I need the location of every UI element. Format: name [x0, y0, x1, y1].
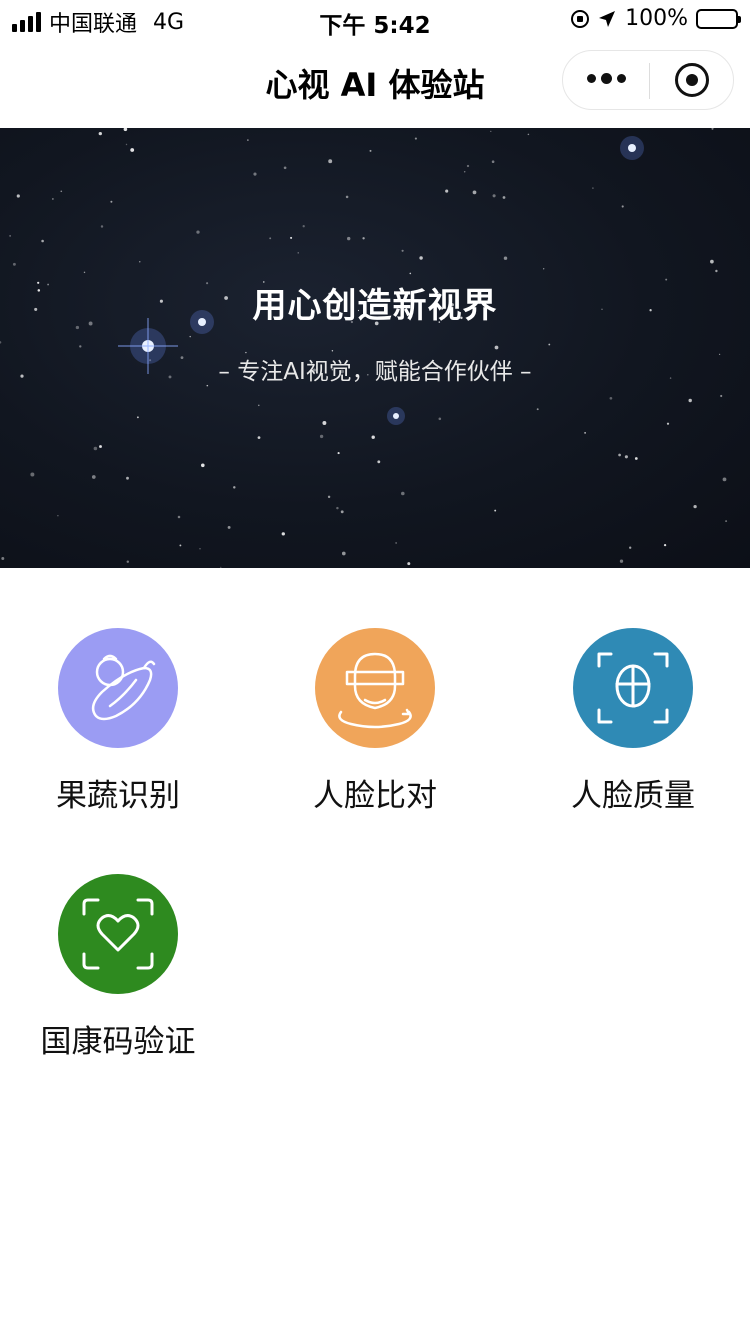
feature-label: 人脸比对 — [313, 778, 437, 814]
face-scan-icon — [573, 628, 693, 748]
feature-label: 果蔬识别 — [56, 778, 180, 814]
location-arrow-icon — [599, 10, 616, 27]
banner-title: 用心创造新视界 — [252, 286, 498, 326]
hero-banner: 用心创造新视界 – 专注AI视觉，赋能合作伙伴 – — [0, 128, 750, 568]
feature-label: 国康码验证 — [40, 1024, 196, 1060]
mini-program-capsule — [562, 50, 734, 110]
battery-percent: 100% — [625, 6, 688, 31]
banner-subtitle: – 专注AI视觉，赋能合作伙伴 – — [218, 359, 532, 385]
page: 中国联通 4G 下午 5:42 100% 心视 AI 体验站 用心创造新视界 –… — [0, 0, 750, 1334]
feature-health-code[interactable]: 国康码验证 — [28, 874, 208, 1061]
more-dots-icon[interactable] — [587, 73, 626, 84]
target-circle-icon[interactable] — [675, 63, 709, 97]
status-right: 100% — [571, 6, 741, 31]
vegetable-icon — [58, 628, 178, 748]
battery-icon — [696, 8, 741, 29]
feature-face-quality[interactable]: 人脸质量 — [543, 628, 723, 815]
status-bar: 中国联通 4G 下午 5:42 100% — [0, 0, 750, 40]
face-compare-icon — [315, 628, 435, 748]
heart-scan-icon — [58, 874, 178, 994]
nav-bar: 心视 AI 体验站 — [0, 40, 750, 128]
capsule-divider — [649, 63, 650, 99]
feature-label: 人脸质量 — [571, 778, 695, 814]
rotation-lock-icon — [571, 9, 590, 28]
feature-face-compare[interactable]: 人脸比对 — [285, 628, 465, 815]
feature-fruit-veg[interactable]: 果蔬识别 — [28, 628, 208, 815]
starfield-background — [0, 128, 728, 568]
